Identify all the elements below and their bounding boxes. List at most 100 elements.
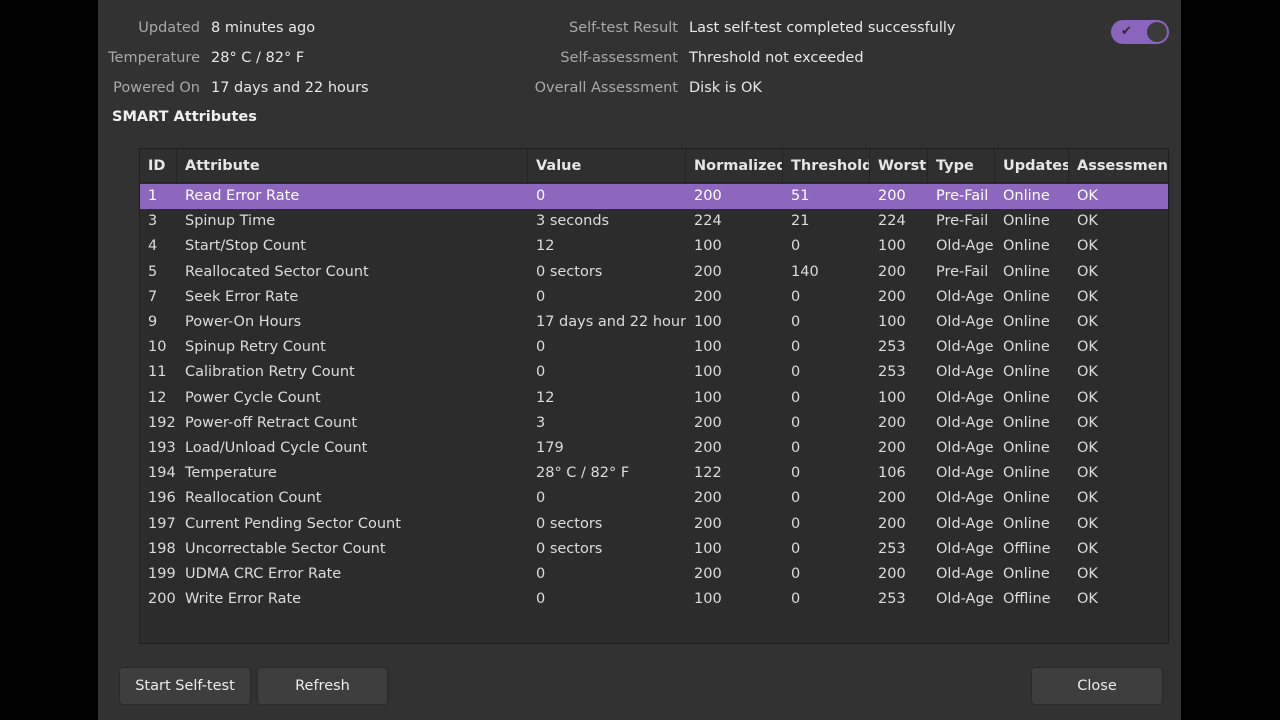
table-row[interactable]: 4 Start/Stop Count 12 100 0 100 Old-Age Online O… [140, 234, 1168, 259]
cell-worst: 100 [878, 314, 906, 330]
info-value: Last self-test completed successfully [689, 20, 956, 36]
cell-type: Pre-Fail [936, 213, 989, 230]
info-label: Self-assessment [560, 50, 678, 66]
column-header-value[interactable]: Value [528, 149, 686, 183]
cell-updates: Online [1003, 389, 1050, 406]
cell-id: 9 [148, 314, 158, 330]
cell-normalized: 100 [694, 591, 722, 608]
start-self-test-button[interactable]: Start Self-test [119, 667, 251, 705]
table-row[interactable]: 5 Reallocated Sector Count 0 sectors 200 140… [140, 260, 1168, 285]
cell-attribute: Calibration Retry Count [185, 364, 355, 381]
table-row[interactable]: 192 Power-off Retract Count 3 200 0 200 Old-Ag… [140, 411, 1168, 436]
cell-attribute: Power Cycle Count [185, 389, 321, 406]
column-header-worst[interactable]: Worst [870, 149, 928, 183]
cell-id: 3 [148, 213, 158, 230]
cell-attribute: Spinup Retry Count [185, 339, 326, 356]
column-header-assessment[interactable]: Assessment [1069, 149, 1168, 183]
smart-enable-toggle[interactable]: ✔ [1111, 20, 1169, 44]
table-row[interactable]: 194 Temperature 28° C / 82° F 122 0 106 Old-Ag… [140, 461, 1168, 486]
cell-type: Old-Age [936, 440, 994, 456]
table-row[interactable]: 9 Power-On Hours 17 days and 22 hours 100 0 1… [140, 310, 1168, 335]
cell-assessment: OK [1077, 440, 1098, 456]
cell-attribute: Reallocation Count [185, 490, 322, 507]
cell-value: 0 [536, 288, 546, 305]
cell-value: 12 [536, 389, 555, 406]
cell-assessment: OK [1077, 414, 1098, 431]
cell-updates: Online [1003, 440, 1050, 456]
cell-value: 0 [536, 364, 546, 381]
cell-updates: Online [1003, 566, 1050, 582]
cell-type: Old-Age [936, 238, 994, 255]
table-row[interactable]: 11 Calibration Retry Count 0 100 0 253 Old-Age… [140, 360, 1168, 385]
cell-value: 28° C / 82° F [536, 465, 630, 482]
column-header-attribute[interactable]: Attribute [177, 149, 528, 183]
cell-normalized: 200 [694, 414, 722, 431]
cell-attribute: Load/Unload Cycle Count [185, 440, 368, 456]
cell-value: 17 days and 22 hours [536, 314, 686, 330]
column-header-updates[interactable]: Updates [995, 149, 1069, 183]
table-row[interactable]: 1 Read Error Rate 0 200 51 200 Pre-Fail Online O… [140, 184, 1168, 209]
cell-assessment: OK [1077, 238, 1098, 255]
cell-updates: Online [1003, 515, 1050, 532]
cell-assessment: OK [1077, 213, 1098, 230]
cell-id: 193 [148, 440, 176, 456]
toggle-knob [1147, 22, 1167, 42]
cell-updates: Online [1003, 288, 1050, 305]
cell-updates: Online [1003, 314, 1050, 330]
cell-value: 3 [536, 414, 546, 431]
column-header-normalized[interactable]: Normalized [686, 149, 783, 183]
cell-type: Old-Age [936, 389, 994, 406]
cell-threshold: 0 [791, 339, 801, 356]
cell-id: 5 [148, 263, 158, 280]
cell-worst: 200 [878, 263, 906, 280]
table-row[interactable]: 7 Seek Error Rate 0 200 0 200 Old-Age Online OK [140, 285, 1168, 310]
cell-id: 7 [148, 288, 158, 305]
cell-normalized: 100 [694, 364, 722, 381]
cell-type: Old-Age [936, 566, 994, 582]
cell-updates: Online [1003, 465, 1050, 482]
cell-type: Old-Age [936, 465, 994, 482]
column-header-id[interactable]: ID [140, 149, 177, 183]
table-row[interactable]: 3 Spinup Time 3 seconds 224 21 224 Pre-Fail Onl… [140, 209, 1168, 234]
cell-normalized: 200 [694, 566, 722, 582]
cell-id: 199 [148, 566, 176, 582]
smart-attributes-table: ID Attribute Value Normalized Threshold … [139, 148, 1169, 644]
cell-type: Old-Age [936, 591, 994, 608]
cell-normalized: 100 [694, 339, 722, 356]
cell-threshold: 51 [791, 188, 810, 204]
table-row[interactable]: 200 Write Error Rate 0 100 0 253 Old-Age Offlin… [140, 587, 1168, 612]
cell-id: 12 [148, 389, 167, 406]
column-header-type[interactable]: Type [928, 149, 995, 183]
cell-worst: 253 [878, 339, 906, 356]
cell-worst: 106 [878, 465, 906, 482]
cell-normalized: 224 [694, 213, 722, 230]
close-button[interactable]: Close [1031, 667, 1163, 705]
table-row[interactable]: 12 Power Cycle Count 12 100 0 100 Old-Age Onlin… [140, 386, 1168, 411]
cell-attribute: Uncorrectable Sector Count [185, 540, 386, 557]
cell-worst: 100 [878, 238, 906, 255]
cell-attribute: Power-off Retract Count [185, 414, 358, 431]
column-header-threshold[interactable]: Threshold [783, 149, 870, 183]
cell-value: 0 sectors [536, 263, 603, 280]
cell-type: Old-Age [936, 515, 994, 532]
cell-updates: Online [1003, 339, 1050, 356]
table-row[interactable]: 197 Current Pending Sector Count 0 sectors… [140, 512, 1168, 537]
cell-assessment: OK [1077, 515, 1098, 532]
info-label: Self-test Result [569, 20, 678, 36]
table-row[interactable]: 196 Reallocation Count 0 200 0 200 Old-Age Onli… [140, 486, 1168, 511]
table-row[interactable]: 199 UDMA CRC Error Rate 0 200 0 200 Old-Age Onl… [140, 562, 1168, 587]
section-title: SMART Attributes [112, 109, 257, 125]
cell-normalized: 200 [694, 288, 722, 305]
table-row[interactable]: 198 Uncorrectable Sector Count 0 sectors 10… [140, 537, 1168, 562]
cell-value: 3 seconds [536, 213, 610, 230]
cell-threshold: 21 [791, 213, 810, 230]
table-row[interactable]: 193 Load/Unload Cycle Count 179 200 0 200 Old-… [140, 436, 1168, 461]
refresh-button[interactable]: Refresh [257, 667, 388, 705]
cell-normalized: 200 [694, 490, 722, 507]
cell-updates: Online [1003, 238, 1050, 255]
cell-id: 200 [148, 591, 176, 608]
cell-id: 1 [148, 188, 158, 204]
cell-attribute: Read Error Rate [185, 188, 300, 204]
cell-updates: Online [1003, 414, 1050, 431]
table-row[interactable]: 10 Spinup Retry Count 0 100 0 253 Old-Age Onlin… [140, 335, 1168, 360]
